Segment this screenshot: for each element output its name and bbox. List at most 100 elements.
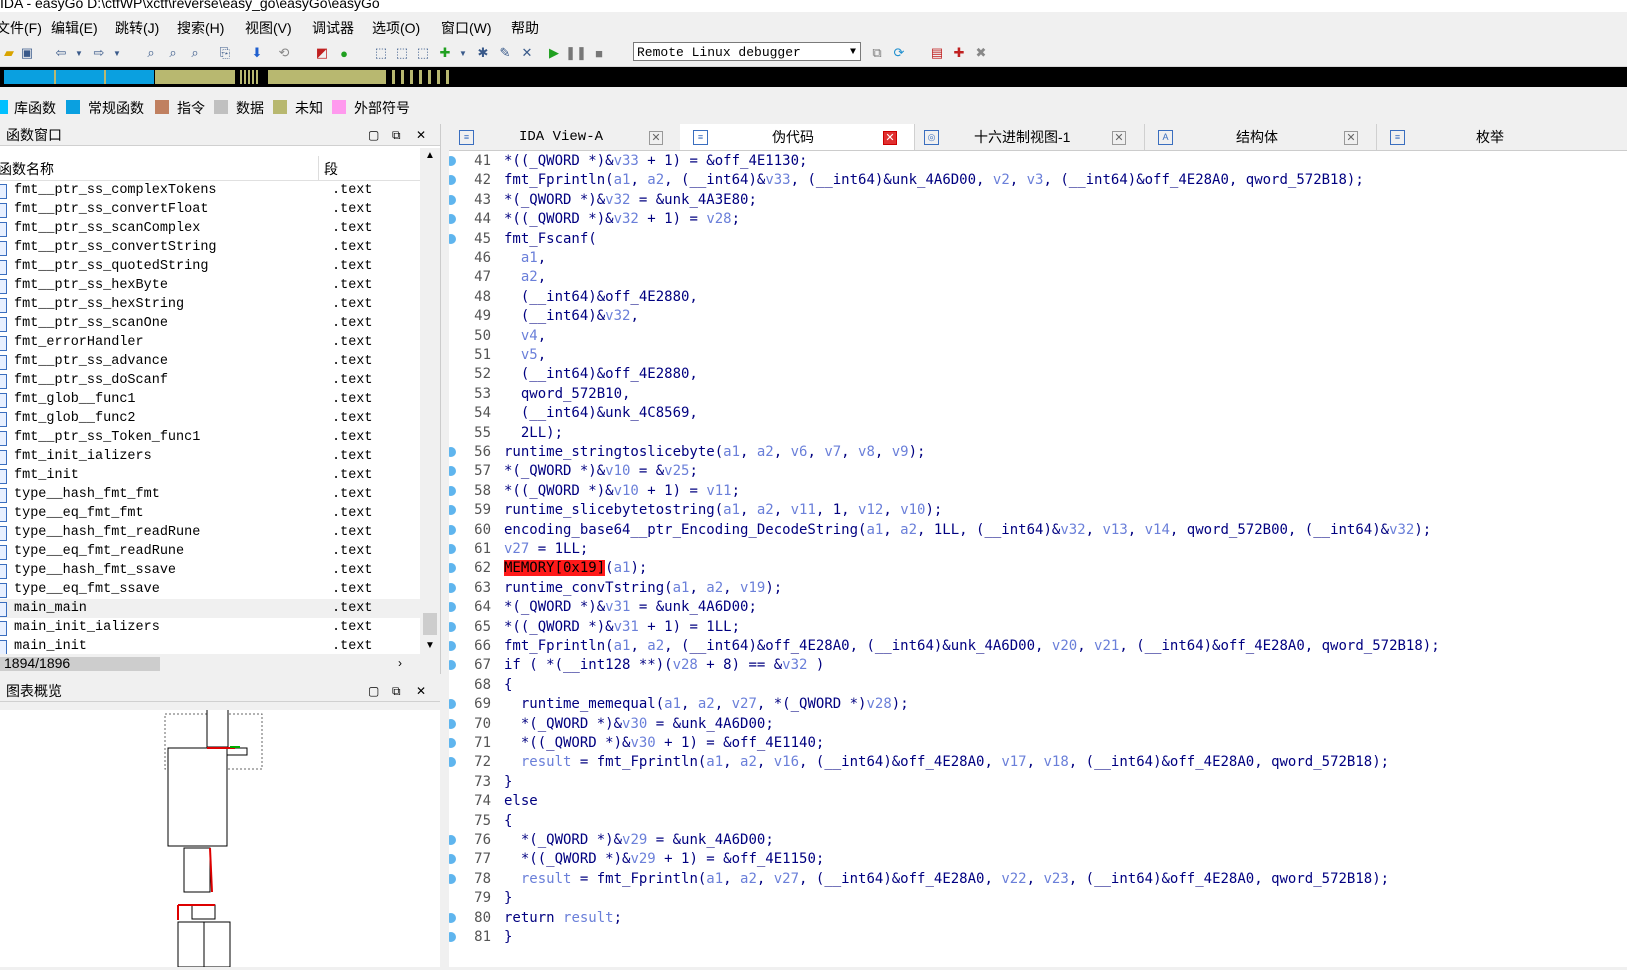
function-row[interactable]: type__eq_fmt_fmt .text	[0, 504, 420, 523]
enums-icon: ≡	[1390, 130, 1405, 145]
pause-icon[interactable]: ❚❚	[565, 44, 587, 62]
functions-vertical-scrollbar[interactable]: ▲ ▼	[420, 148, 440, 678]
tab-pseudocode[interactable]: ≡ 伪代码 ✕	[680, 124, 915, 150]
function-row[interactable]: type__hash_fmt_readRune .text	[0, 523, 420, 542]
run-icon[interactable]: ▶	[545, 44, 563, 62]
tab-enums[interactable]: ≡ 枚举	[1376, 124, 1627, 150]
add-breakpoint-icon[interactable]: ✚	[950, 44, 968, 62]
back-dropdown-icon[interactable]: ▼	[70, 44, 88, 62]
tab-close-icon[interactable]: ✕	[883, 131, 897, 145]
function-row[interactable]: fmt__ptr_ss_advance .text	[0, 352, 420, 371]
pseudocode-view[interactable]: 41 *((_QWORD *)&v33 + 1) = &off_4E1130; 42…	[449, 151, 1627, 967]
legend-label-data: 数据	[236, 100, 264, 116]
scroll-down-icon[interactable]: ▼	[425, 640, 435, 651]
debugger-select[interactable]: Remote Linux debugger ▼	[633, 42, 861, 61]
function-row[interactable]: main_main .text	[0, 599, 420, 618]
panel-minimize-icon[interactable]: ▢	[368, 124, 379, 146]
scroll-right-icon[interactable]: ›	[398, 656, 402, 670]
breakpoint-list-icon[interactable]: ▤	[928, 44, 946, 62]
menu-debugger[interactable]: 调试器	[312, 18, 354, 38]
function-row[interactable]: type__hash_fmt_fmt .text	[0, 485, 420, 504]
column-header-segment[interactable]: 段	[324, 159, 338, 179]
function-row[interactable]: fmt__ptr_ss_scanComplex .text	[0, 219, 420, 238]
line-number: 57	[474, 463, 491, 480]
menu-help[interactable]: 帮助	[511, 18, 539, 38]
panel-float-icon[interactable]: ⧉	[392, 680, 401, 702]
function-icon	[0, 564, 7, 579]
search-binary-icon[interactable]: ⌕	[164, 44, 182, 62]
jump-down-icon[interactable]: ⬇	[248, 44, 266, 62]
code-icon[interactable]: ⬚	[372, 44, 390, 62]
menu-jump[interactable]: 跳转(J)	[115, 18, 159, 38]
function-row[interactable]: fmt_glob__func2 .text	[0, 409, 420, 428]
close-x-icon[interactable]: ✕	[518, 44, 536, 62]
function-row[interactable]: fmt_init_ializers .text	[0, 447, 420, 466]
save-icon[interactable]: ▣	[18, 44, 36, 62]
tab-ida-view-a[interactable]: ≡ IDA View-A ✕	[449, 124, 681, 150]
function-segment: .text	[332, 335, 373, 350]
delete-breakpoint-icon[interactable]: ✖	[972, 44, 990, 62]
scroll-up-icon[interactable]: ▲	[425, 150, 435, 161]
function-row[interactable]: fmt__ptr_ss_scanOne .text	[0, 314, 420, 333]
panel-minimize-icon[interactable]: ▢	[368, 680, 379, 702]
navigation-band[interactable]	[0, 67, 1627, 87]
column-divider[interactable]	[318, 156, 319, 180]
function-row[interactable]: fmt__ptr_ss_hexString .text	[0, 295, 420, 314]
segment-icon[interactable]: ⎘	[216, 44, 234, 62]
tab-hex-view[interactable]: ◎ 十六进制视图-1 ✕	[914, 124, 1145, 150]
nav-segment-mixed	[392, 70, 452, 84]
function-row[interactable]: type__eq_fmt_ssave .text	[0, 580, 420, 599]
function-row[interactable]: fmt__ptr_ss_convertString .text	[0, 238, 420, 257]
forward-icon[interactable]: ⇨	[90, 44, 108, 62]
menu-options[interactable]: 选项(O)	[372, 18, 420, 38]
xref-dropdown-icon[interactable]: ▼	[454, 44, 472, 62]
panel-float-icon[interactable]: ⧉	[392, 124, 401, 146]
open-icon[interactable]: ▰	[0, 44, 18, 62]
function-row[interactable]: fmt__ptr_ss_complexTokens .text	[0, 181, 420, 200]
menu-edit[interactable]: 编辑(E)	[51, 18, 98, 38]
function-row[interactable]: fmt_glob__func1 .text	[0, 390, 420, 409]
tab-structures[interactable]: A 结构体 ✕	[1144, 124, 1377, 150]
function-row[interactable]: fmt__ptr_ss_quotedString .text	[0, 257, 420, 276]
refresh-icon[interactable]: ⟳	[890, 44, 908, 62]
stop-icon[interactable]: ■	[590, 44, 608, 62]
data-icon[interactable]: ⬚	[393, 44, 411, 62]
forward-dropdown-icon[interactable]: ▼	[108, 44, 126, 62]
green-dot-icon[interactable]: ●	[335, 44, 353, 62]
menu-view[interactable]: 视图(V)	[245, 18, 292, 38]
tab-close-icon[interactable]: ✕	[1344, 131, 1358, 145]
function-row[interactable]: fmt_errorHandler .text	[0, 333, 420, 352]
attach-icon[interactable]: ⧉	[868, 44, 886, 62]
function-row[interactable]: fmt__ptr_ss_doScanf .text	[0, 371, 420, 390]
function-row[interactable]: fmt_init .text	[0, 466, 420, 485]
search-text-icon[interactable]: ⌕	[142, 44, 160, 62]
edit-icon[interactable]: ✎	[496, 44, 514, 62]
graph-overview[interactable]	[0, 704, 440, 968]
function-row[interactable]: main_init_ializers .text	[0, 618, 420, 637]
scrollbar-thumb[interactable]	[423, 613, 437, 635]
panel-close-icon[interactable]: ✕	[416, 124, 426, 146]
function-row[interactable]: fmt__ptr_ss_hexByte .text	[0, 276, 420, 295]
tab-close-icon[interactable]: ✕	[649, 131, 663, 145]
panel-close-icon[interactable]: ✕	[416, 680, 426, 702]
function-row[interactable]: type__hash_fmt_ssave .text	[0, 561, 420, 580]
graph-icon[interactable]: ◩	[313, 44, 331, 62]
patch-icon[interactable]: ✱	[474, 44, 492, 62]
struct-icon[interactable]: ⬚	[414, 44, 432, 62]
code-text: runtime_memequal(a1, a2, v27, *(_QWORD *…	[504, 696, 909, 713]
function-row[interactable]: main_init .text	[0, 637, 420, 654]
sync-icon[interactable]: ⟲	[275, 44, 293, 62]
menu-window[interactable]: 窗口(W)	[441, 18, 492, 38]
search-next-icon[interactable]: ⌕	[186, 44, 204, 62]
graph-node	[183, 847, 211, 893]
function-row[interactable]: fmt__ptr_ss_Token_func1 .text	[0, 428, 420, 447]
menu-file[interactable]: 文件(F)	[0, 18, 42, 38]
tab-close-icon[interactable]: ✕	[1112, 131, 1126, 145]
code-text: *(_QWORD *)&v32 = &unk_4A3E80;	[504, 191, 757, 208]
function-row[interactable]: type__eq_fmt_readRune .text	[0, 542, 420, 561]
function-row[interactable]: fmt__ptr_ss_convertFloat .text	[0, 200, 420, 219]
xref-icon[interactable]: ✚	[436, 44, 454, 62]
back-icon[interactable]: ⇦	[52, 44, 70, 62]
menu-search[interactable]: 搜索(H)	[177, 18, 224, 38]
column-header-name[interactable]: 函数名称	[0, 159, 54, 179]
